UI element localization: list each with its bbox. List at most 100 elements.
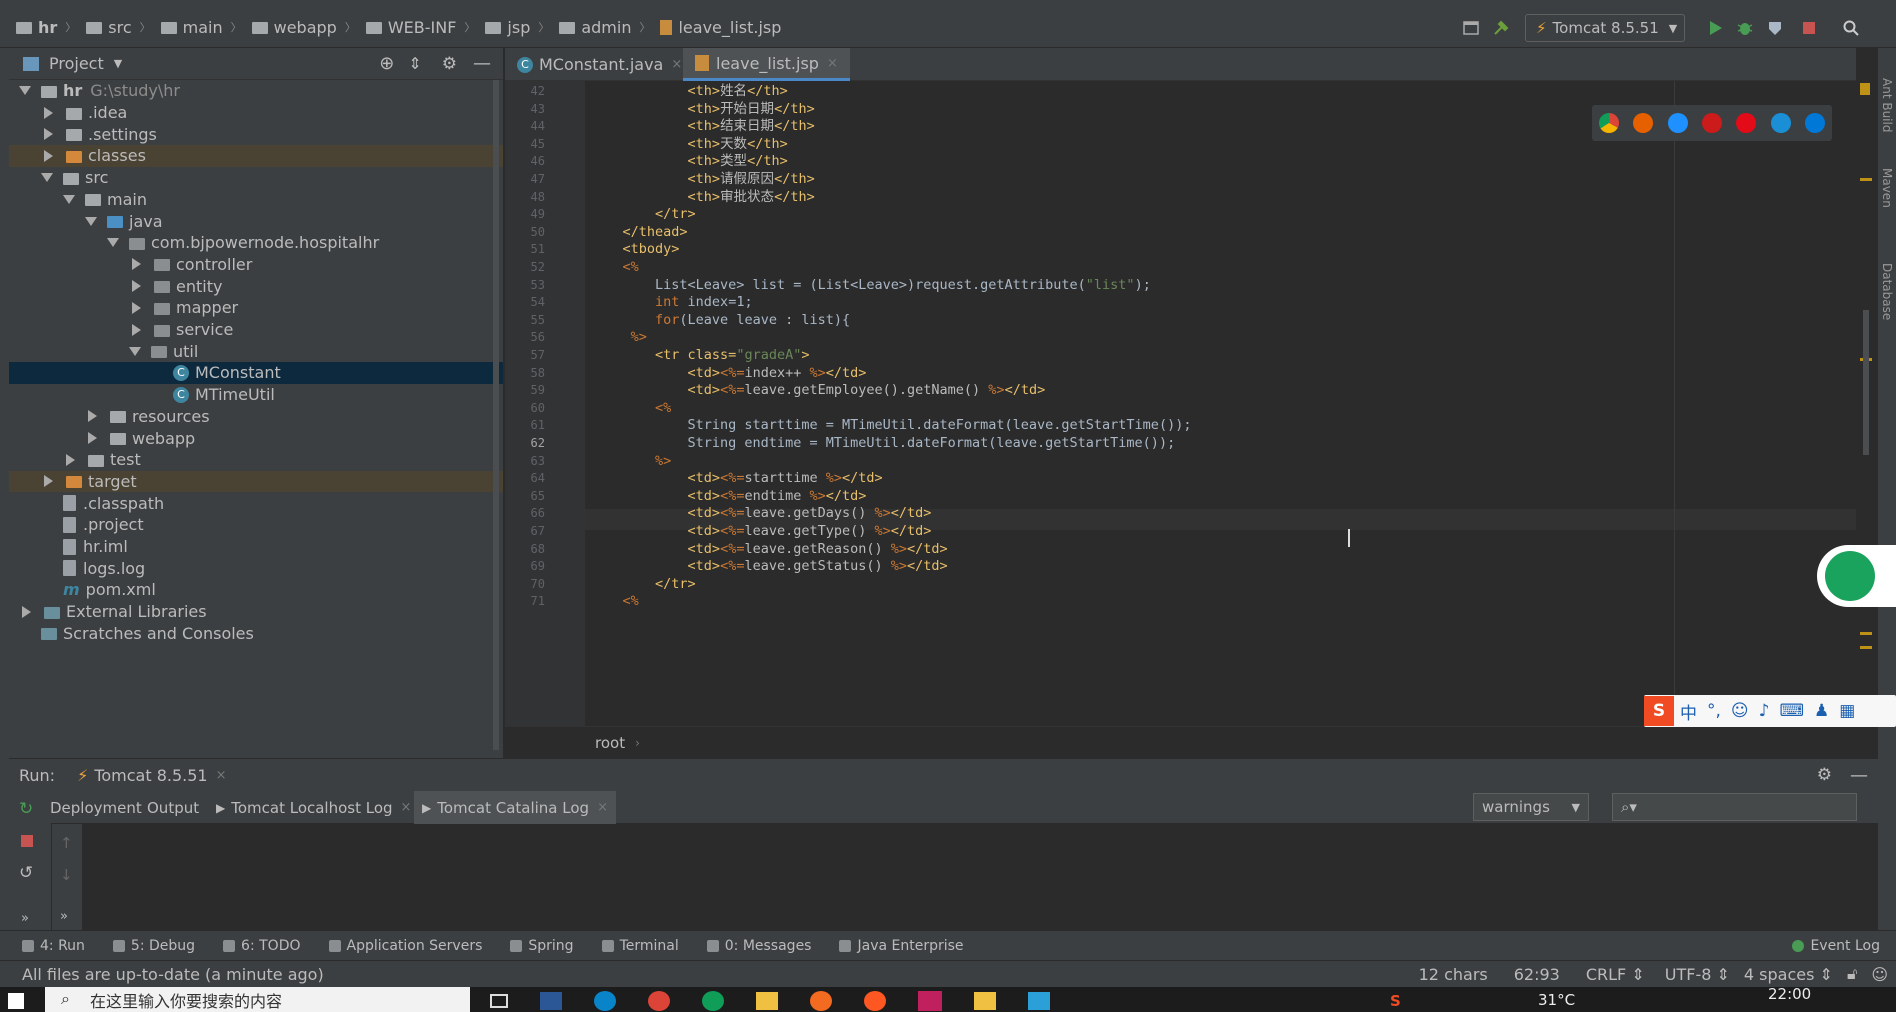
tree-item[interactable]: target: [9, 470, 503, 493]
tree-item[interactable]: controller: [9, 254, 503, 276]
inspection-warning-icon[interactable]: [1860, 83, 1870, 95]
chrome-icon[interactable]: [702, 991, 724, 1011]
stop-icon[interactable]: [1800, 19, 1818, 37]
warning-stripe[interactable]: [1860, 646, 1872, 649]
expand-arrow-icon[interactable]: [63, 194, 75, 204]
tree-item[interactable]: entity: [9, 275, 503, 297]
collapse-arrow-icon[interactable]: [132, 323, 141, 336]
toolwindow-button[interactable]: 4: Run: [22, 938, 85, 954]
expand-arrow-icon[interactable]: [85, 216, 97, 226]
windows-start-icon[interactable]: [8, 993, 24, 1009]
toolwindow-button[interactable]: 5: Debug: [112, 938, 195, 954]
close-icon[interactable]: ×: [216, 768, 227, 783]
collapse-arrow-icon[interactable]: [44, 475, 53, 488]
restart-icon[interactable]: ↺: [19, 863, 33, 883]
file-encoding[interactable]: UTF-8 ⇕: [1665, 965, 1730, 984]
tree-item[interactable]: resources: [9, 406, 503, 428]
close-icon[interactable]: ×: [827, 56, 838, 71]
tree-item[interactable]: C MConstant: [9, 362, 503, 384]
tree-item[interactable]: .settings: [9, 123, 503, 145]
ime-toolbar[interactable]: S 中 °, ☺ ♪ ⌨ ♟ ▦: [1644, 695, 1896, 727]
skin-icon[interactable]: ♟: [1814, 701, 1829, 721]
minimize-icon[interactable]: —: [473, 53, 491, 74]
code-line[interactable]: String endtime = MTimeUtil.dateFormat(le…: [590, 433, 1176, 454]
edge-icon[interactable]: [594, 991, 616, 1011]
tree-item[interactable]: hr.iml: [9, 536, 503, 558]
project-view-select[interactable]: Project: [49, 54, 104, 73]
taskbar-search-input[interactable]: ⌕ 在这里输入你要搜索的内容: [45, 987, 470, 1012]
indent-setting[interactable]: 4 spaces ⇕: [1744, 965, 1833, 984]
app-orange-icon[interactable]: [810, 991, 832, 1011]
caret-position[interactable]: 62:93: [1514, 965, 1560, 984]
close-icon[interactable]: ×: [401, 800, 412, 815]
expand-arrow-icon[interactable]: [107, 238, 119, 248]
search-icon[interactable]: [1842, 19, 1860, 37]
breadcrumb-item[interactable]: WEB-INF 〉: [365, 18, 475, 37]
left-tool-strip[interactable]: [0, 48, 9, 958]
tree-item[interactable]: m pom.xml: [9, 579, 503, 601]
breadcrumb-item[interactable]: leave_list.jsp: [660, 18, 781, 37]
chevron-down-icon[interactable]: ▼: [114, 57, 122, 70]
ie-icon[interactable]: [1770, 113, 1791, 133]
chrome-icon[interactable]: [648, 991, 670, 1011]
collapse-all-icon[interactable]: ⇕: [408, 54, 421, 73]
collapse-arrow-icon[interactable]: [132, 258, 141, 271]
line-separator[interactable]: CRLF ⇕: [1586, 965, 1645, 984]
expand-arrow-icon[interactable]: [129, 346, 141, 356]
explorer-icon[interactable]: [756, 992, 778, 1010]
tree-item[interactable]: java: [9, 210, 503, 232]
tree-item[interactable]: test: [9, 449, 503, 471]
tab-tomcat-catalina-log[interactable]: ▶ Tomcat Catalina Log ×: [414, 791, 616, 824]
breadcrumb-item[interactable]: src 〉: [86, 18, 151, 37]
breadcrumb-item[interactable]: jsp 〉: [485, 18, 549, 37]
warning-stripe[interactable]: [1860, 178, 1872, 181]
breadcrumb-root[interactable]: root: [595, 734, 625, 752]
expand-icon[interactable]: »: [21, 911, 29, 926]
keyboard-icon[interactable]: ⌨: [1780, 701, 1805, 721]
rerun-icon[interactable]: ↻: [19, 799, 33, 819]
collapse-arrow-icon[interactable]: [44, 106, 53, 119]
scroll-down-icon[interactable]: ↓: [60, 866, 73, 884]
firefox-icon[interactable]: [1633, 113, 1654, 133]
build-hammer-icon[interactable]: [1492, 19, 1510, 37]
wifi-widget[interactable]: [1817, 545, 1896, 607]
tree-item[interactable]: classes: [9, 145, 503, 167]
photos-icon[interactable]: [1028, 992, 1050, 1010]
warning-stripe[interactable]: [1860, 632, 1872, 635]
emoji-icon[interactable]: ☺: [1731, 701, 1749, 721]
tree-item[interactable]: util: [9, 340, 503, 362]
expand-arrow-icon[interactable]: [19, 86, 31, 96]
lock-icon[interactable]: 🔓︎: [1847, 964, 1857, 984]
tree-item[interactable]: logs.log: [9, 557, 503, 579]
tree-item[interactable]: service: [9, 319, 503, 341]
tree-item[interactable]: mapper: [9, 297, 503, 319]
minimize-icon[interactable]: —: [1850, 765, 1868, 786]
more-icon[interactable]: »: [60, 909, 68, 924]
tree-item[interactable]: webapp: [9, 427, 503, 449]
run-configuration-select[interactable]: ⚡ Tomcat 8.5.51 ▼: [1525, 14, 1685, 42]
intellij-icon[interactable]: [918, 991, 942, 1011]
toolwindow-button[interactable]: 0: Messages: [706, 938, 811, 954]
folder-icon[interactable]: [974, 992, 996, 1010]
tree-item[interactable]: src: [9, 167, 503, 189]
scroll-up-icon[interactable]: ↑: [60, 834, 73, 852]
tab-mconstant[interactable]: C MConstant.java ×: [505, 48, 694, 81]
app-orange-icon[interactable]: [864, 991, 886, 1011]
gear-icon[interactable]: ⚙: [442, 54, 457, 74]
ant-build-tab[interactable]: Ant Build: [1880, 78, 1894, 132]
punctuation-icon[interactable]: °,: [1707, 701, 1721, 721]
collapse-arrow-icon[interactable]: [88, 432, 97, 445]
tree-item[interactable]: hr G:\study\hr: [9, 80, 503, 102]
project-structure-icon[interactable]: [1462, 19, 1480, 37]
stop-icon[interactable]: [21, 835, 33, 847]
console-output[interactable]: [9, 824, 1878, 930]
tab-tomcat-localhost-log[interactable]: ▶ Tomcat Localhost Log ×: [208, 791, 419, 824]
collapse-arrow-icon[interactable]: [132, 280, 141, 293]
collapse-arrow-icon[interactable]: [44, 128, 53, 141]
inspector-icon[interactable]: ☺: [1871, 965, 1888, 984]
safari-icon[interactable]: [1667, 113, 1688, 133]
status-message[interactable]: All files are up-to-date (a minute ago): [22, 965, 324, 984]
toolwindow-button[interactable]: Application Servers: [328, 938, 482, 954]
breadcrumb-item[interactable]: hr 〉: [16, 18, 76, 37]
tree-item[interactable]: .idea: [9, 102, 503, 124]
